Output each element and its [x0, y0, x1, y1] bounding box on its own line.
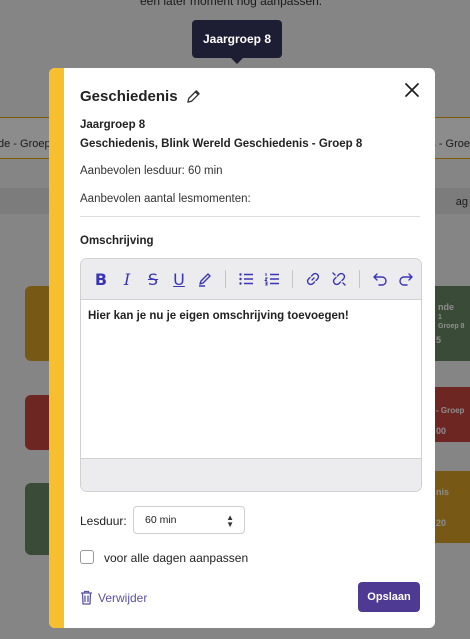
- unlink-icon[interactable]: [329, 269, 349, 289]
- editor-content[interactable]: Hier kan je nu je eigen omschrijving toe…: [81, 300, 421, 458]
- editor-toolbar: B I S U: [81, 259, 421, 300]
- redo-icon[interactable]: [396, 269, 416, 289]
- toolbar-separator: [359, 270, 360, 288]
- tooltip-label: Jaargroep 8: [202, 32, 272, 46]
- modal-title: Geschiedenis: [80, 88, 178, 105]
- bullet-list-icon[interactable]: [236, 269, 256, 289]
- all-days-checkbox[interactable]: [80, 550, 94, 564]
- underline-icon[interactable]: U: [169, 269, 189, 289]
- strikethrough-icon[interactable]: S: [143, 269, 163, 289]
- description-label: Omschrijving: [80, 235, 154, 247]
- lesson-modal: Geschiedenis Jaargroep 8 Geschiedenis, B…: [49, 68, 435, 628]
- modal-content: Geschiedenis Jaargroep 8 Geschiedenis, B…: [80, 68, 422, 628]
- bold-icon[interactable]: B: [91, 269, 111, 289]
- numbered-list-icon[interactable]: [262, 269, 282, 289]
- description-editor: B I S U Hier kan je nu je eigen omschrij…: [80, 258, 422, 492]
- recommended-duration: Aanbevolen lesduur: 60 min: [80, 165, 223, 177]
- toolbar-separator: [292, 270, 293, 288]
- pencil-icon[interactable]: [186, 89, 201, 104]
- delete-button[interactable]: Verwijder: [80, 590, 147, 605]
- divider: [80, 216, 420, 217]
- recommended-moments: Aanbevolen aantal lesmomenten:: [80, 193, 251, 205]
- all-days-label[interactable]: voor alle dagen aanpassen: [104, 551, 248, 565]
- group-name: Jaargroep 8: [80, 119, 146, 131]
- link-icon[interactable]: [303, 269, 323, 289]
- accent-stripe: [49, 68, 64, 628]
- toolbar-separator: [225, 270, 226, 288]
- lesduur-value: 60 min: [145, 514, 177, 526]
- method-name: Geschiedenis, Blink Wereld Geschiedenis …: [80, 138, 363, 150]
- close-icon[interactable]: [404, 82, 420, 98]
- highlighter-icon[interactable]: [195, 269, 215, 289]
- save-button[interactable]: Opslaan: [358, 582, 420, 612]
- lesduur-label: Lesduur:: [80, 514, 127, 528]
- undo-icon[interactable]: [370, 269, 390, 289]
- group-tooltip: Jaargroep 8: [192, 20, 282, 64]
- lesduur-select[interactable]: 60 min ▲ ▼: [133, 506, 245, 534]
- modal-title-row: Geschiedenis: [80, 88, 201, 105]
- italic-icon[interactable]: I: [117, 269, 137, 289]
- editor-footer: [81, 458, 421, 491]
- sort-caret-icon: ▲ ▼: [226, 513, 234, 529]
- trash-icon: [80, 590, 93, 605]
- delete-label: Verwijder: [98, 590, 148, 605]
